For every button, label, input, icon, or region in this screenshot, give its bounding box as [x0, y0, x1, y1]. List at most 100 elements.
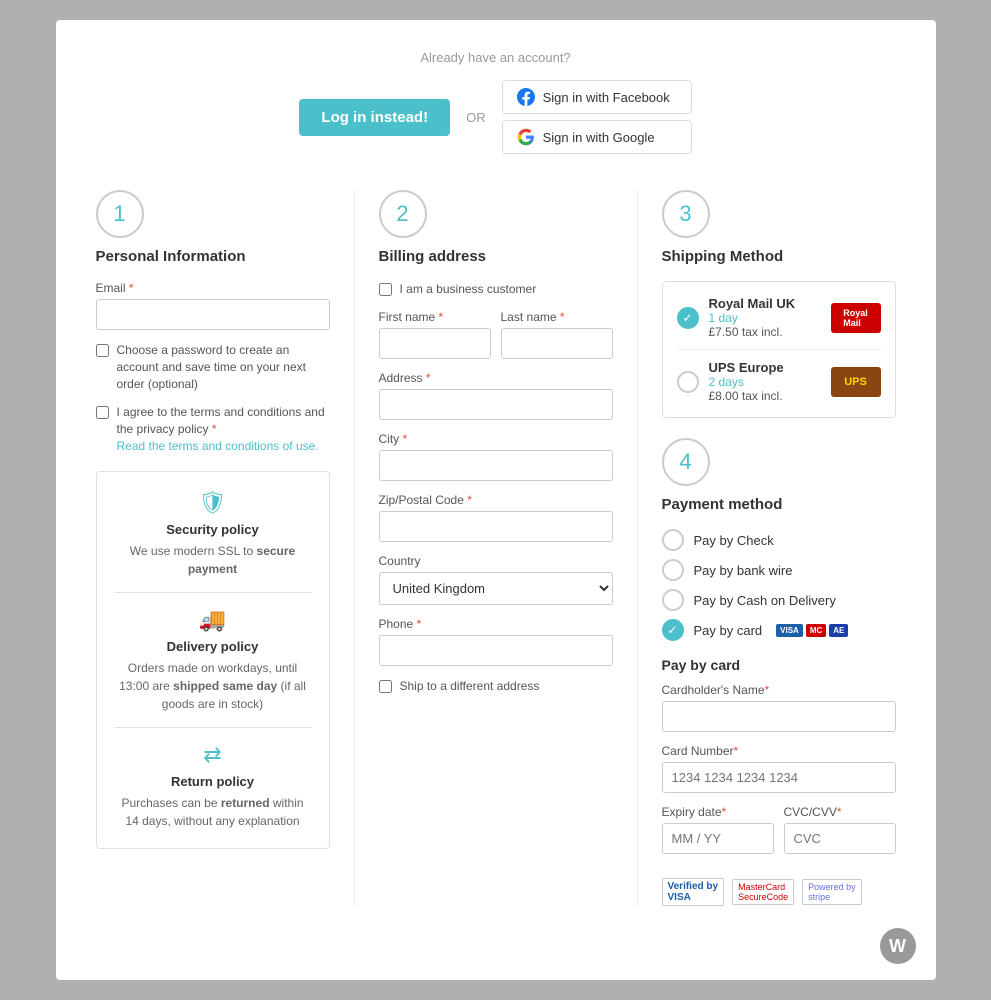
step-4-circle: 4 [662, 438, 710, 486]
step-2-circle: 2 [379, 190, 427, 238]
city-input[interactable] [379, 450, 613, 481]
expiry-label: Expiry date* [662, 805, 774, 819]
google-login-button[interactable]: Sign in with Google [502, 120, 692, 154]
return-icon: ⇄ [115, 742, 311, 768]
cardholder-group: Cardholder's Name* [662, 683, 896, 732]
payment-bankwire: Pay by bank wire [662, 559, 896, 581]
shield-icon: 🛡 [115, 490, 311, 516]
shipping-option-ups[interactable]: UPS Europe 2 days £8.00 tax incl. UPS [677, 350, 881, 403]
first-name-input[interactable] [379, 328, 491, 359]
mc-small-icon: MC [806, 624, 826, 637]
royalmail-days: 1 day [709, 311, 821, 325]
bankwire-radio[interactable] [662, 559, 684, 581]
shipping-option-royalmail[interactable]: ✓ Royal Mail UK 1 day £7.50 tax incl. Ro… [677, 296, 881, 350]
business-checkbox[interactable] [379, 283, 392, 296]
return-policy: ⇄ Return policy Purchases can be returne… [115, 728, 311, 830]
password-checkbox[interactable] [96, 344, 109, 357]
email-group: Email * [96, 281, 330, 330]
step-4-title: Payment method [662, 496, 896, 513]
check-label: Pay by Check [694, 533, 774, 548]
ship-different-group: Ship to a different address [379, 678, 613, 695]
terms-link[interactable]: Read the terms and conditions of use. [117, 439, 319, 453]
name-row: First name * Last name * [379, 310, 613, 371]
royalmail-radio[interactable]: ✓ [677, 307, 699, 329]
or-text: OR [466, 110, 486, 125]
login-button[interactable]: Log in instead! [299, 99, 450, 136]
pay-card-title: Pay by card [662, 657, 896, 673]
email-input[interactable] [96, 299, 330, 330]
country-group: Country United Kingdom [379, 554, 613, 605]
facebook-icon [517, 88, 535, 106]
last-name-group: Last name * [501, 310, 613, 359]
first-name-label: First name * [379, 310, 491, 324]
return-policy-desc: Purchases can be returned within 14 days… [115, 794, 311, 830]
payment-card: ✓ Pay by card VISA MC AE [662, 619, 896, 641]
ups-logo: UPS [831, 367, 881, 397]
google-icon [517, 128, 535, 146]
cardholder-label: Cardholder's Name* [662, 683, 896, 697]
cvc-label: CVC/CVV* [784, 805, 896, 819]
delivery-policy-title: Delivery policy [115, 639, 311, 654]
security-policy: 🛡 Security policy We use modern SSL to s… [115, 490, 311, 593]
facebook-login-button[interactable]: Sign in with Facebook [502, 80, 692, 114]
security-policy-desc: We use modern SSL to secure payment [115, 542, 311, 578]
step-1-title: Personal Information [96, 248, 330, 265]
ship-different-checkbox[interactable] [379, 680, 392, 693]
google-btn-label: Sign in with Google [543, 130, 655, 145]
social-buttons: Sign in with Facebook Sign in with Googl… [502, 80, 692, 154]
cvc-input[interactable] [784, 823, 896, 854]
trust-logos: Verified byVISA MasterCardSecureCode Pow… [662, 878, 896, 906]
royalmail-price: £7.50 tax incl. [709, 325, 821, 339]
password-checkbox-label: Choose a password to create an account a… [117, 342, 330, 392]
phone-label: Phone * [379, 617, 613, 631]
terms-label: I agree to the terms and conditions and … [117, 404, 330, 454]
already-text: Already have an account? [420, 50, 570, 65]
zip-group: Zip/Postal Code * [379, 493, 613, 542]
card-number-group: Card Number* [662, 744, 896, 793]
zip-input[interactable] [379, 511, 613, 542]
email-label: Email * [96, 281, 330, 295]
bankwire-label: Pay by bank wire [694, 563, 793, 578]
delivery-policy-desc: Orders made on workdays, until 13:00 are… [115, 659, 311, 713]
visa-verified-logo: Verified byVISA [662, 878, 725, 906]
truck-icon: 🚚 [115, 607, 311, 633]
expiry-input[interactable] [662, 823, 774, 854]
amex-small-icon: AE [829, 624, 848, 637]
cardholder-input[interactable] [662, 701, 896, 732]
address-group: Address * [379, 371, 613, 420]
password-checkbox-group: Choose a password to create an account a… [96, 342, 330, 392]
terms-checkbox[interactable] [96, 406, 109, 419]
card-label: Pay by card [694, 623, 763, 638]
first-name-group: First name * [379, 310, 491, 359]
expiry-cvc-row: Expiry date* CVC/CVV* [662, 805, 896, 866]
cod-radio[interactable] [662, 589, 684, 611]
pay-card-section: Pay by card Cardholder's Name* Card Numb… [662, 657, 896, 906]
card-radio[interactable]: ✓ [662, 619, 684, 641]
royalmail-name: Royal Mail UK [709, 296, 821, 311]
mastercard-logo: MasterCardSecureCode [732, 879, 794, 905]
return-policy-title: Return policy [115, 774, 311, 789]
card-icons: VISA MC AE [776, 624, 848, 637]
page-container: Already have an account? Log in instead!… [56, 20, 936, 980]
terms-checkbox-group: I agree to the terms and conditions and … [96, 404, 330, 454]
watermark-logo: W [880, 928, 916, 964]
phone-input[interactable] [379, 635, 613, 666]
last-name-input[interactable] [501, 328, 613, 359]
check-radio[interactable] [662, 529, 684, 551]
policy-box: 🛡 Security policy We use modern SSL to s… [96, 471, 330, 849]
ups-days: 2 days [709, 375, 821, 389]
business-checkbox-group: I am a business customer [379, 281, 613, 298]
step-1-circle: 1 [96, 190, 144, 238]
stripe-logo: Powered bystripe [802, 879, 862, 905]
country-select[interactable]: United Kingdom [379, 572, 613, 605]
royalmail-info: Royal Mail UK 1 day £7.50 tax incl. [709, 296, 821, 339]
address-input[interactable] [379, 389, 613, 420]
country-label: Country [379, 554, 613, 568]
last-name-label: Last name * [501, 310, 613, 324]
ups-name: UPS Europe [709, 360, 821, 375]
ups-radio[interactable] [677, 371, 699, 393]
ups-price: £8.00 tax incl. [709, 389, 821, 403]
card-number-input[interactable] [662, 762, 896, 793]
delivery-policy: 🚚 Delivery policy Orders made on workday… [115, 593, 311, 728]
facebook-btn-label: Sign in with Facebook [543, 90, 670, 105]
